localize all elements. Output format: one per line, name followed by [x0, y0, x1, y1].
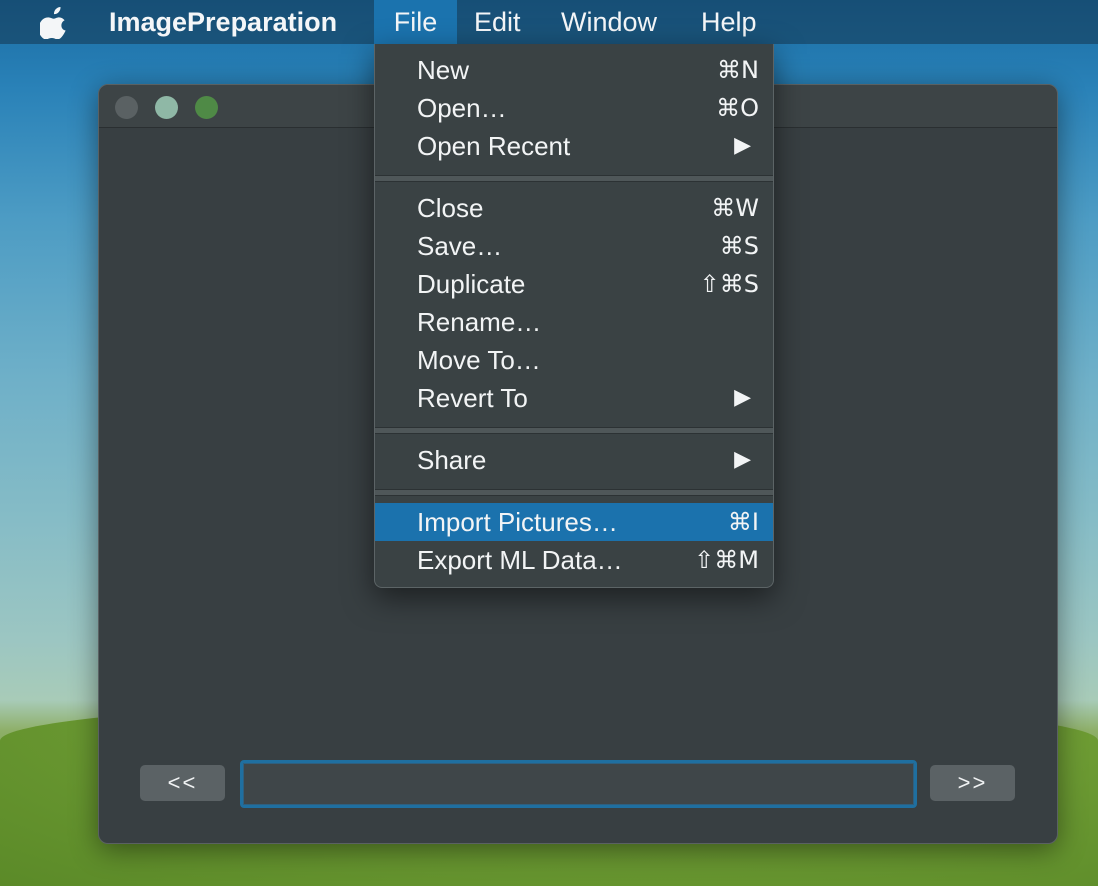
- minimize-window-button[interactable]: [155, 96, 178, 119]
- shortcut-label: ⇧⌘S: [699, 270, 759, 298]
- menu-edit[interactable]: Edit: [456, 0, 539, 44]
- menu-item-new[interactable]: New ⌘N: [375, 51, 773, 89]
- submenu-arrow-icon: ▶: [734, 447, 751, 472]
- menu-item-label: Duplicate: [417, 269, 526, 299]
- shortcut-label: ⌘W: [711, 194, 759, 222]
- menu-item-open-recent[interactable]: Open Recent ▶: [375, 127, 773, 165]
- submenu-arrow-icon: ▶: [734, 385, 751, 410]
- menu-item-share[interactable]: Share ▶: [375, 441, 773, 479]
- shortcut-label: ⌘I: [727, 508, 759, 536]
- menu-item-label: Share: [417, 445, 487, 475]
- file-menu-dropdown: New ⌘N Open… ⌘O Open Recent ▶ Close ⌘W S…: [374, 44, 774, 588]
- menu-item-label: Import Pictures…: [417, 507, 618, 537]
- menu-item-label: Move To…: [417, 345, 541, 375]
- menu-item-label: New: [417, 55, 470, 85]
- menu-item-close[interactable]: Close ⌘W: [375, 189, 773, 227]
- menu-item-label: Close: [417, 193, 484, 223]
- menu-item-import-pictures[interactable]: Import Pictures… ⌘I: [375, 503, 773, 541]
- menu-app-name[interactable]: ImagePreparation: [91, 0, 355, 44]
- menu-separator: [375, 175, 773, 182]
- menu-item-label: Open…: [417, 93, 507, 123]
- apple-icon[interactable]: [40, 5, 70, 39]
- next-button[interactable]: >>: [930, 765, 1015, 801]
- menu-item-rename[interactable]: Rename…: [375, 303, 773, 341]
- menu-separator: [375, 427, 773, 434]
- shortcut-label: ⇧⌘M: [694, 546, 759, 574]
- menu-item-label: Save…: [417, 231, 503, 261]
- zoom-window-button[interactable]: [195, 96, 218, 119]
- close-window-button[interactable]: [115, 96, 138, 119]
- path-input[interactable]: [240, 760, 917, 808]
- shortcut-label: ⌘S: [719, 232, 759, 260]
- menu-file[interactable]: File: [374, 0, 457, 44]
- menu-window[interactable]: Window: [543, 0, 675, 44]
- menu-item-label: Revert To: [417, 383, 528, 413]
- menu-item-save[interactable]: Save… ⌘S: [375, 227, 773, 265]
- previous-button[interactable]: <<: [140, 765, 225, 801]
- menu-separator: [375, 489, 773, 496]
- menu-item-revert-to[interactable]: Revert To ▶: [375, 379, 773, 417]
- shortcut-label: ⌘N: [717, 56, 759, 84]
- menu-item-move-to[interactable]: Move To…: [375, 341, 773, 379]
- menu-item-label: Rename…: [417, 307, 542, 337]
- menu-item-label: Export ML Data…: [417, 545, 623, 575]
- menu-bar: ImagePreparation File Edit Window Help: [0, 0, 1098, 44]
- menu-item-duplicate[interactable]: Duplicate ⇧⌘S: [375, 265, 773, 303]
- menu-item-label: Open Recent: [417, 131, 571, 161]
- submenu-arrow-icon: ▶: [734, 133, 751, 158]
- menu-item-open[interactable]: Open… ⌘O: [375, 89, 773, 127]
- menu-item-export-ml-data[interactable]: Export ML Data… ⇧⌘M: [375, 541, 773, 579]
- shortcut-label: ⌘O: [716, 94, 759, 122]
- menu-help[interactable]: Help: [683, 0, 775, 44]
